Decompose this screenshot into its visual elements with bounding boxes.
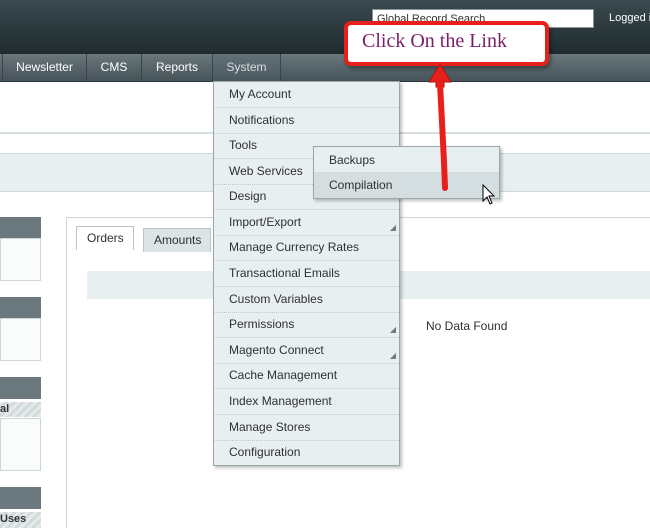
red-arrow-icon <box>428 63 452 191</box>
menu-item-transactional-emails[interactable]: Transactional Emails <box>214 261 399 287</box>
logged-in-text: Logged i <box>609 12 650 24</box>
no-data-message: No Data Found <box>426 319 508 333</box>
sidebar-box-2 <box>0 318 41 361</box>
tools-submenu: Backups Compilation <box>313 146 500 199</box>
submenu-item-compilation[interactable]: Compilation <box>314 173 499 198</box>
nav-system[interactable]: System <box>213 54 281 81</box>
corner-triangle-icon: ◢ <box>389 223 396 232</box>
menu-item-label: My Account <box>229 87 292 101</box>
menu-item-magento-connect[interactable]: Magento Connect ◢ <box>214 338 399 364</box>
menu-item-manage-currency-rates[interactable]: Manage Currency Rates <box>214 235 399 261</box>
menu-item-label: Custom Variables <box>229 292 323 306</box>
sidebar-column-header-4: Uses <box>0 512 41 528</box>
menu-item-label: Magento Connect <box>229 343 324 357</box>
menu-item-label: Permissions <box>229 317 295 331</box>
nav-reports[interactable]: Reports <box>142 54 213 81</box>
sidebar-box-header-4 <box>0 487 41 509</box>
menu-item-label: Import/Export <box>229 215 302 229</box>
menu-item-manage-stores[interactable]: Manage Stores <box>214 415 399 441</box>
menu-item-label: Tools <box>229 138 258 152</box>
menu-item-cache-management[interactable]: Cache Management <box>214 363 399 389</box>
sidebar-box-header-3 <box>0 377 41 399</box>
nav-cms[interactable]: CMS <box>87 54 142 81</box>
main-nav: Newsletter CMS Reports System <box>0 54 650 82</box>
menu-item-my-account[interactable]: My Account <box>214 82 399 108</box>
mouse-cursor-icon <box>482 184 496 205</box>
admin-header: Logged i <box>0 0 650 54</box>
sidebar-box-header-2 <box>0 297 41 319</box>
tab-amounts[interactable]: Amounts <box>143 228 211 252</box>
menu-item-label: Manage Currency Rates <box>229 240 360 254</box>
menu-item-label: Cache Management <box>229 368 338 382</box>
menu-item-label: Transactional Emails <box>229 266 340 280</box>
menu-item-label: Web Services <box>229 164 303 178</box>
menu-item-import-export[interactable]: Import/Export ◢ <box>214 210 399 236</box>
menu-item-label: Design <box>229 189 267 203</box>
corner-triangle-icon: ◢ <box>389 325 396 334</box>
annotation-callout: Click On the Link <box>344 21 549 66</box>
submenu-item-backups[interactable]: Backups <box>314 148 499 173</box>
menu-item-configuration[interactable]: Configuration <box>214 440 399 466</box>
sidebar-box-3 <box>0 418 41 471</box>
menu-item-label: Notifications <box>229 113 295 127</box>
menu-item-label: Manage Stores <box>229 420 311 434</box>
corner-triangle-icon: ◢ <box>389 351 396 360</box>
nav-newsletter[interactable]: Newsletter <box>3 54 87 81</box>
menu-item-index-management[interactable]: Index Management <box>214 389 399 415</box>
menu-item-label: Configuration <box>229 445 301 459</box>
sidebar-column-header-3: al <box>0 402 41 417</box>
menu-item-custom-variables[interactable]: Custom Variables <box>214 287 399 313</box>
menu-item-notifications[interactable]: Notifications <box>214 108 399 134</box>
sidebar-box-1 <box>0 238 41 281</box>
annotation-text: Click On the Link <box>362 30 507 52</box>
menu-item-permissions[interactable]: Permissions ◢ <box>214 312 399 338</box>
menu-item-label: Index Management <box>229 394 332 408</box>
sidebar-box-header-1 <box>0 217 41 239</box>
tab-orders[interactable]: Orders <box>76 226 134 250</box>
system-dropdown-menu: My Account Notifications Tools Web Servi… <box>213 81 400 466</box>
